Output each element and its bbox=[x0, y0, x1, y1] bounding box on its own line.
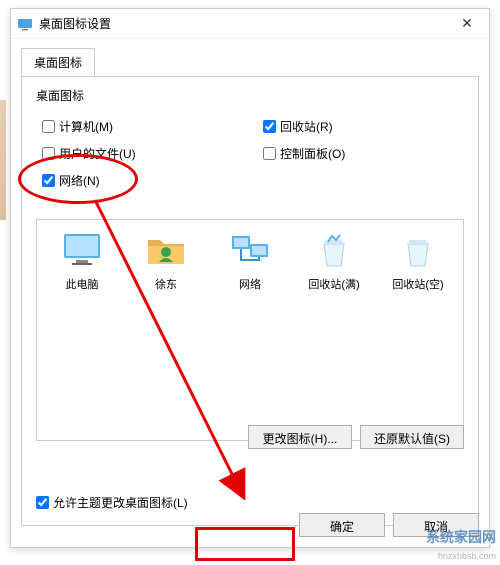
checkbox-recyclebin[interactable]: 回收站(R) bbox=[263, 118, 464, 135]
recycle-full-icon bbox=[312, 230, 356, 270]
folder-icon bbox=[144, 230, 188, 270]
window-title: 桌面图标设置 bbox=[39, 15, 451, 32]
icon-recycleempty[interactable]: 回收站(空) bbox=[379, 230, 457, 292]
icon-thispc[interactable]: 此电脑 bbox=[43, 230, 121, 292]
titlebar: 桌面图标设置 ✕ bbox=[11, 9, 489, 39]
checkbox-network-input[interactable] bbox=[42, 174, 55, 187]
theme-checkbox-input[interactable] bbox=[36, 496, 49, 509]
icon-preview: 此电脑 徐东 网络 回收站(满) bbox=[36, 219, 464, 441]
watermark-text: 系统家园网 bbox=[426, 527, 496, 547]
restore-default-button[interactable]: 还原默认值(S) bbox=[360, 425, 464, 449]
icon-recycleempty-label: 回收站(空) bbox=[379, 276, 457, 292]
checkbox-computer-label: 计算机(M) bbox=[59, 118, 113, 135]
icon-thispc-label: 此电脑 bbox=[43, 276, 121, 292]
network-icon bbox=[228, 230, 272, 270]
checkbox-computer[interactable]: 计算机(M) bbox=[42, 118, 243, 135]
checkbox-controlpanel-label: 控制面板(O) bbox=[280, 145, 345, 162]
checkbox-computer-input[interactable] bbox=[42, 120, 55, 133]
tab-strip: 桌面图标 bbox=[11, 39, 489, 76]
icon-network[interactable]: 网络 bbox=[211, 230, 289, 292]
checkbox-controlpanel-input[interactable] bbox=[263, 147, 276, 160]
icon-network-label: 网络 bbox=[211, 276, 289, 292]
checkbox-controlpanel[interactable]: 控制面板(O) bbox=[263, 145, 464, 162]
watermark-url: hnzxhbsb.com bbox=[438, 551, 496, 561]
group-label: 桌面图标 bbox=[36, 87, 464, 104]
theme-checkbox-label: 允许主题更改桌面图标(L) bbox=[53, 494, 188, 511]
icon-userfolder[interactable]: 徐东 bbox=[127, 230, 205, 292]
thispc-icon bbox=[60, 230, 104, 270]
tab-desktop-icons[interactable]: 桌面图标 bbox=[21, 48, 95, 77]
recycle-empty-icon bbox=[396, 230, 440, 270]
decorative-stripe bbox=[0, 100, 6, 220]
icon-userfolder-label: 徐东 bbox=[127, 276, 205, 292]
dialog-window: 桌面图标设置 ✕ 桌面图标 桌面图标 计算机(M) 回收站(R) 用户的文件(U… bbox=[10, 8, 490, 548]
tab-content: 桌面图标 计算机(M) 回收站(R) 用户的文件(U) 控制面板(O) 网络(N… bbox=[21, 76, 479, 526]
checkbox-recyclebin-label: 回收站(R) bbox=[280, 118, 333, 135]
checkbox-userfiles[interactable]: 用户的文件(U) bbox=[42, 145, 243, 162]
icon-recyclefull-label: 回收站(满) bbox=[295, 276, 373, 292]
checkbox-grid: 计算机(M) 回收站(R) 用户的文件(U) 控制面板(O) 网络(N) bbox=[42, 114, 464, 195]
checkbox-recyclebin-input[interactable] bbox=[263, 120, 276, 133]
ok-button[interactable]: 确定 bbox=[299, 513, 385, 537]
checkbox-userfiles-label: 用户的文件(U) bbox=[59, 145, 136, 162]
change-icon-button[interactable]: 更改图标(H)... bbox=[248, 425, 352, 449]
close-button[interactable]: ✕ bbox=[451, 15, 483, 32]
checkbox-network-label: 网络(N) bbox=[59, 172, 100, 189]
checkbox-network[interactable]: 网络(N) bbox=[42, 172, 243, 189]
icon-recyclefull[interactable]: 回收站(满) bbox=[295, 230, 373, 292]
icon-buttons-row: 更改图标(H)... 还原默认值(S) bbox=[248, 425, 464, 449]
app-icon bbox=[17, 16, 33, 32]
theme-checkbox[interactable]: 允许主题更改桌面图标(L) bbox=[36, 494, 188, 511]
checkbox-userfiles-input[interactable] bbox=[42, 147, 55, 160]
